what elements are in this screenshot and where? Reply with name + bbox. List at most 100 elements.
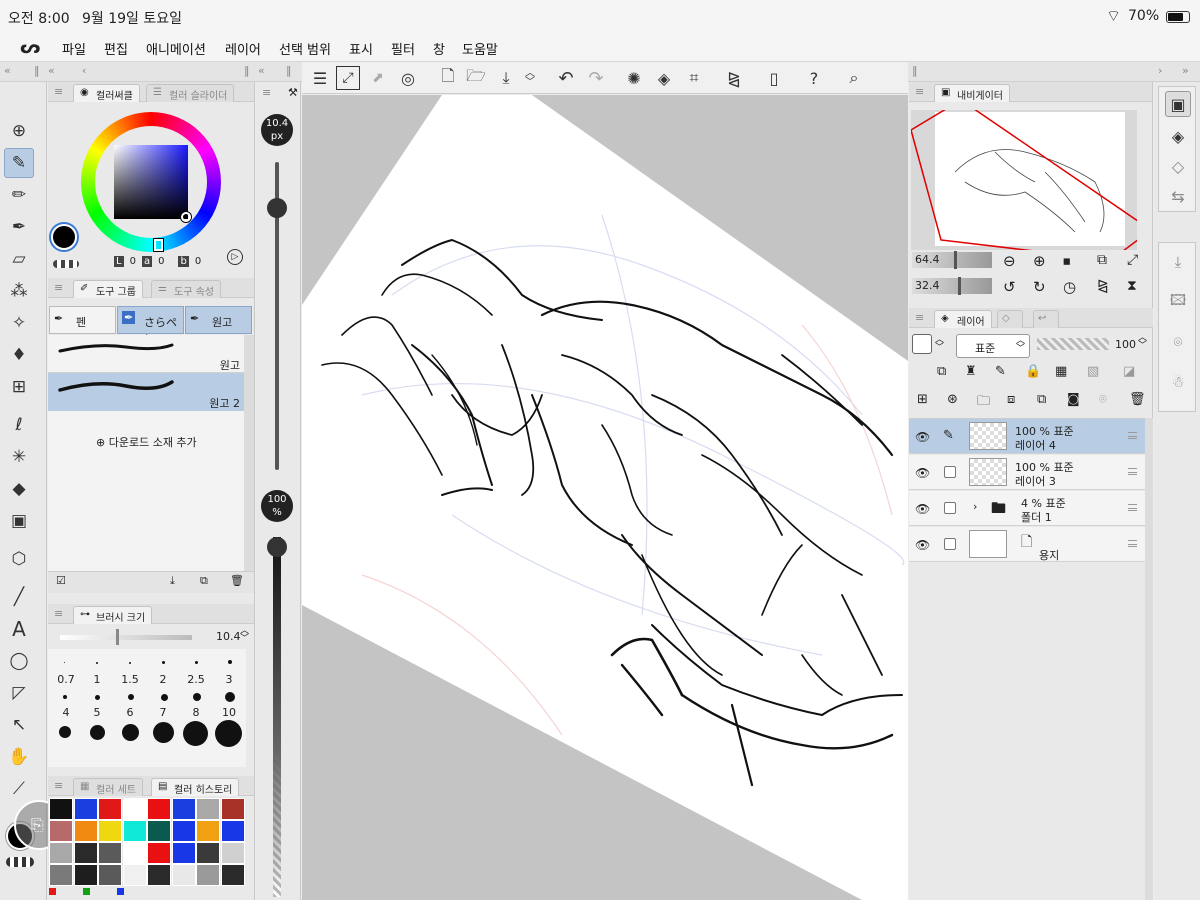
- history-panel-icon[interactable]: ⇆: [1165, 183, 1191, 209]
- size-preset-label[interactable]: 7: [147, 706, 179, 719]
- color-swatch[interactable]: [147, 820, 171, 842]
- hue-handle[interactable]: [154, 239, 163, 251]
- navigator-panel-icon[interactable]: ▣: [1165, 91, 1191, 117]
- color-swatch[interactable]: [196, 798, 220, 820]
- size-preset-dot[interactable]: [225, 692, 235, 702]
- color-swatch[interactable]: [73, 820, 98, 842]
- new-raster-layer-icon[interactable]: ⊞: [917, 392, 928, 407]
- layers-panel-icon[interactable]: ◈: [1165, 123, 1191, 149]
- rotation-slider-handle[interactable]: [957, 277, 961, 295]
- color-swatch[interactable]: [73, 798, 98, 820]
- brush-item-selected[interactable]: 원고 2: [48, 373, 244, 411]
- object-tool-icon[interactable]: ⬡: [4, 544, 34, 574]
- size-preset-dot[interactable]: [128, 694, 134, 700]
- tab-navigator[interactable]: ▣ 내비게이터: [934, 84, 1010, 102]
- chevron-left-icon[interactable]: ‹: [82, 64, 86, 77]
- menu-selection[interactable]: 선택 범위: [279, 39, 331, 58]
- color-swatch[interactable]: [73, 842, 98, 864]
- zoom-in-icon[interactable]: ⊕: [1033, 252, 1046, 270]
- layer-property-panel-icon[interactable]: ◇: [1165, 153, 1191, 179]
- size-preset-dot[interactable]: [228, 660, 232, 664]
- color-swatch[interactable]: [196, 820, 220, 842]
- drag-handle-icon[interactable]: [1128, 432, 1137, 439]
- grid-tool-icon[interactable]: ⊞: [4, 372, 34, 402]
- drag-handle-icon[interactable]: [1128, 468, 1137, 475]
- brush-size-value[interactable]: 10.4: [216, 630, 241, 643]
- cloud-sync-icon[interactable]: ◎: [396, 66, 420, 90]
- panel-menu-icon[interactable]: ≡: [54, 85, 63, 98]
- download-icon[interactable]: ⤓: [170, 574, 175, 588]
- ruler-tool-icon[interactable]: ◸: [4, 678, 34, 708]
- canvas-drawing[interactable]: [302, 95, 908, 900]
- size-preset-label[interactable]: 4: [50, 706, 82, 719]
- size-preset-dot[interactable]: [96, 662, 98, 664]
- rotation-slider[interactable]: 32.4: [912, 277, 992, 295]
- new-file-icon[interactable]: 🗋: [436, 66, 460, 90]
- transform-icon[interactable]: ⬈: [366, 66, 390, 90]
- menu-file[interactable]: 파일: [62, 39, 86, 58]
- size-slider-handle[interactable]: [267, 198, 287, 219]
- navigator-preview[interactable]: [911, 110, 1137, 250]
- color-swatch[interactable]: [49, 864, 73, 886]
- material-3d-icon[interactable]: ⌾: [1165, 329, 1191, 355]
- eye-icon[interactable]: 👁: [915, 430, 930, 444]
- blend-tool-icon[interactable]: ♦: [4, 340, 34, 370]
- delete-layer-icon[interactable]: 🗑: [1129, 392, 1146, 407]
- menu-help[interactable]: 도움말: [462, 39, 498, 58]
- size-preset-dot[interactable]: [162, 661, 165, 664]
- tab-tool-group[interactable]: ✐ 도구 그룹: [73, 280, 143, 298]
- eyedropper-tool-icon[interactable]: ⟋: [4, 774, 34, 804]
- color-swatch[interactable]: [147, 798, 171, 820]
- collapse-left-icon[interactable]: «: [48, 64, 55, 77]
- layer-checkbox[interactable]: [944, 538, 956, 550]
- new-folder-icon[interactable]: 🗀: [977, 392, 990, 414]
- size-preset-dot[interactable]: [161, 694, 168, 701]
- rotate-right-icon[interactable]: ↻: [1033, 278, 1046, 296]
- stepper-icon[interactable]: ︿ ﹀: [1138, 334, 1147, 351]
- color-swatch[interactable]: [122, 842, 147, 864]
- size-slider-track[interactable]: [267, 162, 287, 470]
- brush-size-slider[interactable]: [60, 629, 192, 645]
- color-swatch[interactable]: [98, 864, 122, 886]
- material-image-icon[interactable]: 🖾: [1165, 289, 1191, 315]
- settings-check-icon[interactable]: ☑: [56, 574, 66, 587]
- main-color-chip[interactable]: [51, 224, 77, 250]
- smartphone-icon[interactable]: ▯: [762, 66, 786, 90]
- size-preset-dot[interactable]: [59, 726, 71, 738]
- color-swatch[interactable]: [122, 798, 147, 820]
- decoration-tool-icon[interactable]: ⁂: [4, 276, 34, 306]
- color-swatch[interactable]: [171, 820, 196, 842]
- duplicate-icon[interactable]: ⧉: [200, 574, 208, 588]
- tab-layer-property[interactable]: ◇: [997, 310, 1023, 328]
- eye-icon[interactable]: 👁: [915, 502, 930, 516]
- subtool-pen[interactable]: ✒ 펜: [49, 306, 116, 334]
- expand-icon[interactable]: ⤢: [1127, 252, 1138, 268]
- magic-wand-icon[interactable]: ✳: [4, 442, 34, 472]
- color-picker-handle[interactable]: [181, 212, 191, 222]
- drag-handle-icon[interactable]: [1128, 540, 1137, 547]
- transfer-icon[interactable]: ⧉: [1037, 392, 1046, 407]
- crop-icon[interactable]: ⌗: [682, 66, 706, 90]
- subtool-manuscript[interactable]: ✒ 원고: [185, 306, 252, 334]
- operation-tool-icon[interactable]: ↖: [4, 710, 34, 740]
- color-swatch[interactable]: [122, 864, 147, 886]
- color-wheel[interactable]: [81, 112, 221, 252]
- transparent-chip[interactable]: [53, 260, 79, 268]
- chevron-right-icon[interactable]: ›: [973, 500, 977, 513]
- layer-row[interactable]: 👁 100 % 표준 레이어 3: [909, 455, 1145, 490]
- merge-down-icon[interactable]: ⧈: [1007, 392, 1015, 407]
- flip-vertical-icon[interactable]: ⧗: [1127, 278, 1137, 294]
- flip-horizontal-icon[interactable]: ⧎: [1097, 278, 1109, 294]
- pen-icon[interactable]: ✎: [943, 428, 954, 443]
- stop-icon[interactable]: ⏹: [1063, 252, 1071, 270]
- size-preset-dot[interactable]: [129, 662, 131, 664]
- color-swatch[interactable]: [98, 798, 122, 820]
- size-preset-dot[interactable]: [95, 695, 100, 700]
- loading-icon[interactable]: ✺: [622, 66, 646, 90]
- size-preset-label[interactable]: 10: [213, 706, 245, 719]
- new-vector-layer-icon[interactable]: ⊛: [947, 392, 958, 407]
- collapse-left-icon[interactable]: «: [4, 64, 11, 77]
- color-swatch[interactable]: [49, 798, 73, 820]
- layer-scrollbar[interactable]: [1145, 418, 1153, 900]
- color-swatch[interactable]: [49, 842, 73, 864]
